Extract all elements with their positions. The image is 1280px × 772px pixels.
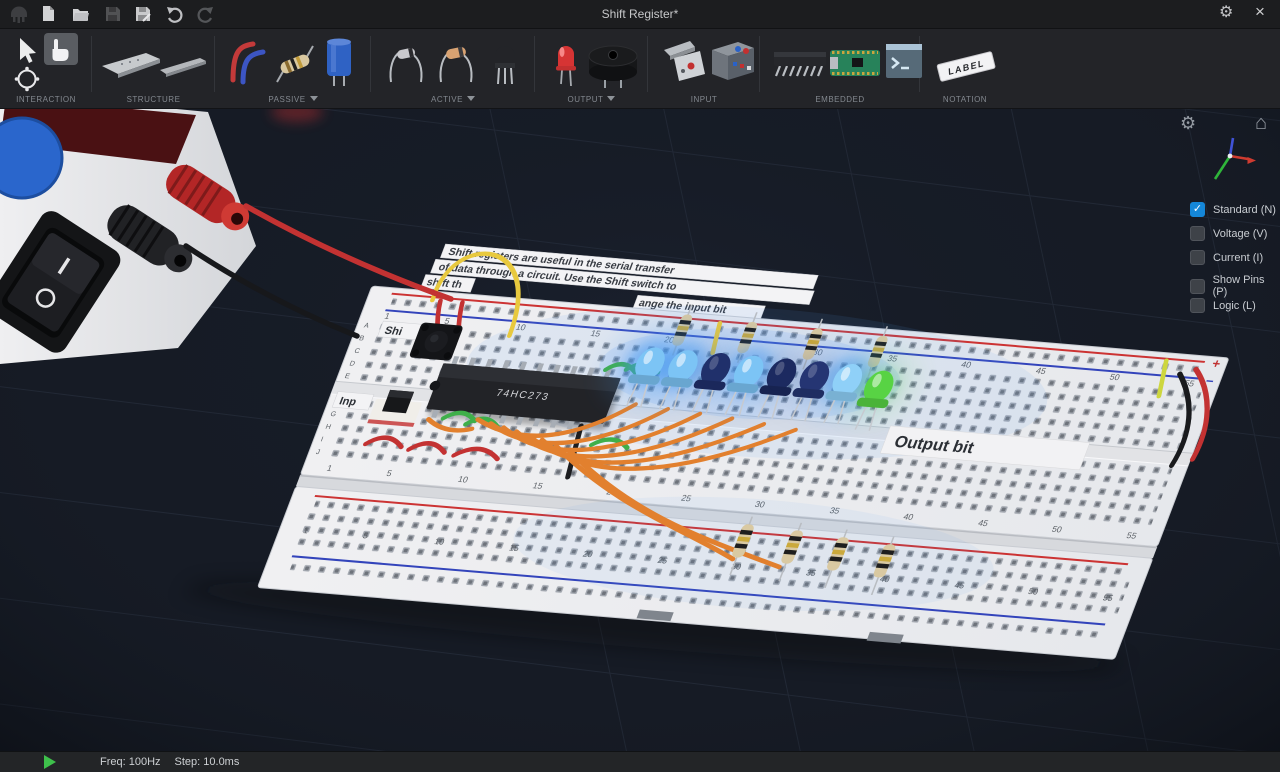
- terminal-icon[interactable]: [884, 40, 924, 82]
- window-title: Shift Register*: [0, 0, 1280, 28]
- breadboard-icon[interactable]: [100, 48, 162, 80]
- sim-step: Step: 10.0ms: [175, 756, 240, 768]
- app-window: Shift registers are useful in the serial…: [0, 0, 1280, 772]
- titlebar: Shift Register* ⚙ ×: [0, 0, 1280, 29]
- cursor-tool-icon[interactable]: [12, 36, 40, 64]
- output-dropdown[interactable]: OUTPUT: [535, 95, 648, 104]
- power-diode-icon[interactable]: [435, 40, 479, 84]
- power-supply-icon[interactable]: [708, 36, 758, 84]
- checkbox-icon[interactable]: [1190, 250, 1205, 265]
- microcontroller-icon[interactable]: [828, 42, 882, 82]
- axis-y-blue: [1230, 138, 1233, 156]
- toolbar-group-structure: STRUCTURE: [92, 28, 215, 108]
- orbit-tool-icon[interactable]: [14, 66, 40, 92]
- gizmo-center: [1228, 154, 1233, 159]
- toolbar-group-interaction: INTERACTION: [0, 28, 92, 108]
- option-voltage[interactable]: Voltage (V): [1190, 226, 1267, 241]
- chevron-down-icon: [310, 96, 318, 101]
- wire-icon[interactable]: [225, 34, 269, 86]
- capacitor-icon[interactable]: [319, 34, 359, 88]
- switch-icon[interactable]: [660, 38, 708, 84]
- label-icon[interactable]: LABEL: [928, 42, 1004, 86]
- option-current[interactable]: Current (I): [1190, 250, 1263, 265]
- toolbar-group-input: INPUT: [648, 28, 760, 108]
- home-view-icon[interactable]: ⌂: [1255, 113, 1267, 133]
- toolbar-group-active: ACTIVE: [371, 28, 535, 108]
- 3d-viewport[interactable]: Shift registers are useful in the serial…: [0, 0, 1280, 772]
- group-label: INPUT: [691, 95, 718, 104]
- toolbar-group-passive: PASSIVE: [215, 28, 371, 108]
- buzzer-icon[interactable]: [585, 40, 643, 90]
- chevron-down-icon: [607, 96, 615, 101]
- input-switch-label[interactable]: Inp: [332, 392, 374, 411]
- play-button-icon[interactable]: [44, 755, 57, 769]
- resistor-icon[interactable]: [273, 36, 317, 86]
- sim-frequency: Freq: 100Hz: [100, 756, 161, 768]
- diode-icon[interactable]: [385, 40, 429, 84]
- group-label: INTERACTION: [16, 95, 76, 104]
- hand-tool-icon[interactable]: [44, 33, 78, 65]
- active-dropdown[interactable]: ACTIVE: [371, 95, 535, 104]
- component-toolbar: INTERACTION STRUCTURE: [0, 28, 1280, 109]
- rail-icon[interactable]: [158, 54, 210, 78]
- toolbar-group-output: OUTPUT: [535, 28, 648, 108]
- passive-dropdown[interactable]: PASSIVE: [215, 95, 371, 104]
- group-label: STRUCTURE: [127, 95, 181, 104]
- toolbar-group-notation: LABEL NOTATION: [920, 28, 1010, 108]
- scene-settings-gear-icon[interactable]: ⚙: [1180, 114, 1196, 132]
- led-icon[interactable]: [549, 32, 583, 88]
- statusbar: Freq: 100Hz Step: 10.0ms: [0, 751, 1280, 772]
- group-label: EMBEDDED: [815, 95, 864, 104]
- axis-x-arrowhead: [1248, 157, 1257, 164]
- settings-gear-icon[interactable]: ⚙: [1219, 5, 1233, 21]
- checkbox-icon[interactable]: [1190, 226, 1205, 241]
- axis-gizmo[interactable]: [1202, 134, 1264, 186]
- checkbox-icon[interactable]: [1190, 298, 1205, 313]
- chevron-down-icon: [467, 96, 475, 101]
- group-label: NOTATION: [943, 95, 987, 104]
- close-window-icon[interactable]: ×: [1255, 3, 1265, 20]
- transistor-icon[interactable]: [485, 38, 525, 86]
- axis-x-red: [1230, 156, 1248, 159]
- option-standard[interactable]: ✓ Standard (N): [1190, 202, 1276, 217]
- option-show-pins[interactable]: Show Pins (P): [1190, 274, 1280, 298]
- checkbox-icon[interactable]: [1190, 279, 1205, 294]
- axis-z-green: [1215, 156, 1230, 179]
- ic-chip-icon[interactable]: [768, 44, 830, 80]
- checkbox-checked-icon[interactable]: ✓: [1190, 202, 1205, 217]
- option-logic[interactable]: Logic (L): [1190, 298, 1256, 313]
- toolbar-group-embedded: EMBEDDED: [760, 28, 920, 108]
